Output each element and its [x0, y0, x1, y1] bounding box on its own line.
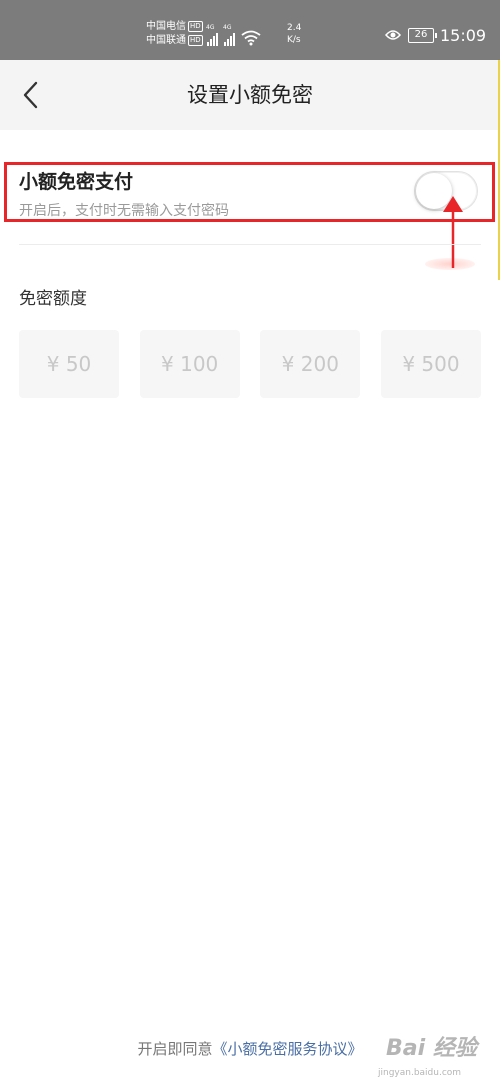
signal-icons: 4G 4G [206, 24, 261, 46]
amount-option-50[interactable]: ¥ 50 [19, 330, 119, 398]
nav-bar: 设置小额免密 [0, 60, 500, 130]
watermark-sub: jingyan.baidu.com [378, 1068, 462, 1078]
setting-title: 小额免密支付 [19, 171, 134, 193]
small-amount-setting-row: 小额免密支付 开启后，支付时无需输入支付密码 [0, 162, 500, 224]
back-button[interactable] [10, 75, 50, 115]
agreement-link[interactable]: 《小额免密服务协议》 [213, 1040, 363, 1058]
amount-option-500[interactable]: ¥ 500 [380, 330, 481, 398]
signal-icon: 4G [223, 24, 235, 46]
speed-value: 2.4 [287, 23, 302, 33]
page-title: 设置小额免密 [187, 83, 313, 107]
chevron-left-icon [23, 81, 38, 109]
hd-badge: HD [188, 21, 203, 32]
network-speed: 2.4 K/s [287, 22, 301, 46]
speed-unit: K/s [287, 35, 301, 45]
agreement-text: 开启即同意《小额免密服务协议》 [0, 1038, 500, 1059]
carrier-2: 中国联通 [146, 35, 186, 46]
network-label: 4G [223, 24, 232, 31]
wifi-icon [241, 30, 261, 46]
network-label: 4G [206, 24, 215, 31]
amount-option-200[interactable]: ¥ 200 [260, 330, 361, 398]
setting-description: 开启后，支付时无需输入支付密码 [19, 203, 229, 219]
eye-icon [385, 30, 401, 40]
carrier-info: 中国电信 HD 中国联通 HD [146, 20, 203, 48]
amount-option-100[interactable]: ¥ 100 [139, 330, 240, 398]
agreement-prefix: 开启即同意 [137, 1040, 213, 1058]
signal-icon: 4G [206, 24, 218, 46]
carrier-1: 中国电信 [146, 21, 186, 32]
limit-options: ¥ 50 ¥ 100 ¥ 200 ¥ 500 [19, 330, 481, 398]
divider [19, 244, 481, 245]
status-bar: 中国电信 HD 中国联通 HD 4G 4G 2.4 K/s 26 15:09 [0, 0, 500, 60]
hd-badge: HD [188, 35, 203, 46]
status-time: 15:09 [440, 26, 487, 45]
red-arrow-icon [443, 196, 463, 268]
limit-label: 免密额度 [19, 289, 87, 309]
battery-icon: 26 [408, 28, 437, 43]
